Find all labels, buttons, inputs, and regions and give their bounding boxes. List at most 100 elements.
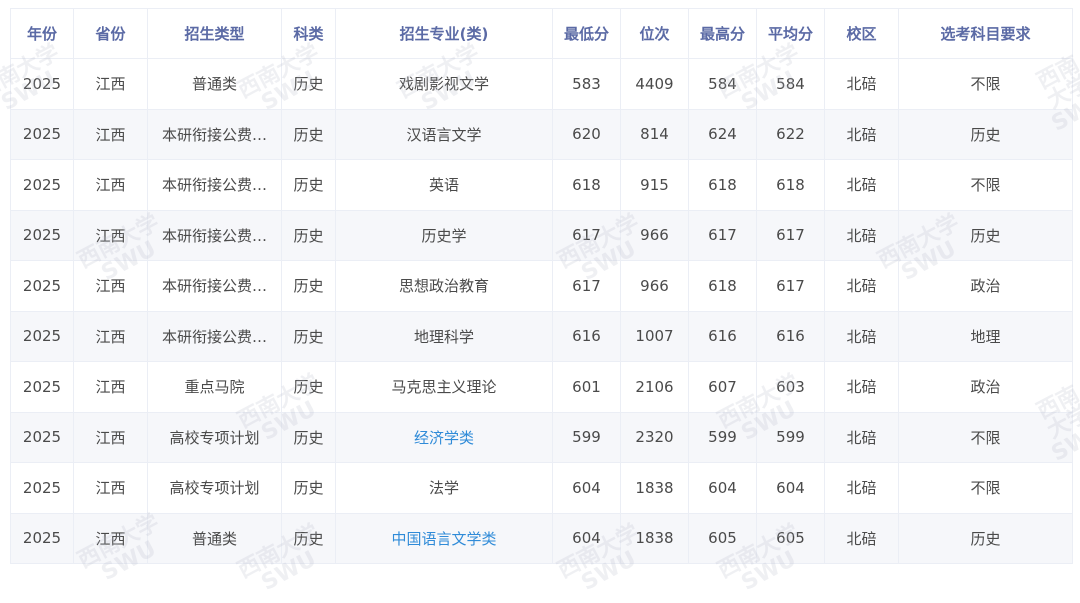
table-row[interactable]: 2025 江西 重点马院 历史 马克思主义理论 601 2106 607 603 北碚 政治 [10, 361, 1073, 413]
cell-min-score: 617 [552, 260, 621, 312]
cell-type: 普通类 [147, 58, 282, 110]
table-row[interactable]: 2025 江西 普通类 历史 戏剧影视文学 583 4409 584 584 北碚 不限 [10, 58, 1073, 110]
table-row[interactable]: 2025 江西 本研衔接公费… 历史 汉语言文学 620 814 624 622 北碚 历史 [10, 108, 1073, 160]
cell-max-score: 624 [688, 108, 757, 160]
cell-province: 江西 [73, 411, 148, 463]
col-header-campus[interactable]: 校区 [824, 8, 899, 59]
cell-province: 江西 [73, 361, 148, 413]
cell-year: 2025 [10, 58, 74, 110]
cell-requirement: 地理 [898, 310, 1073, 362]
cell-max-score: 604 [688, 462, 757, 514]
cell-min-score: 604 [552, 512, 621, 564]
cell-avg-score: 605 [756, 512, 825, 564]
cell-max-score: 605 [688, 512, 757, 564]
table-row[interactable]: 2025 江西 本研衔接公费… 历史 地理科学 616 1007 616 616 北碚 地理 [10, 310, 1073, 362]
cell-avg-score: 622 [756, 108, 825, 160]
cell-subject: 历史 [281, 512, 336, 564]
cell-campus: 北碚 [824, 411, 899, 463]
cell-type: 本研衔接公费… [147, 108, 282, 160]
cell-max-score: 599 [688, 411, 757, 463]
cell-campus: 北碚 [824, 310, 899, 362]
cell-year: 2025 [10, 512, 74, 564]
cell-year: 2025 [10, 260, 74, 312]
cell-province: 江西 [73, 58, 148, 110]
cell-requirement: 不限 [898, 462, 1073, 514]
cell-max-score: 618 [688, 260, 757, 312]
cell-province: 江西 [73, 310, 148, 362]
table-body: 2025 江西 普通类 历史 戏剧影视文学 583 4409 584 584 北碚 不限 2025 江西… [10, 58, 1073, 564]
col-header-year[interactable]: 年份 [10, 8, 74, 59]
table-row[interactable]: 2025 江西 普通类 历史 中国语言文学类 604 1838 605 605 北碚 历史 [10, 512, 1073, 564]
cell-avg-score: 604 [756, 462, 825, 514]
admission-table: 年份 省份 招生类型 科类 招生专业(类) 最低分 位次 最高分 平均分 校区 … [10, 8, 1073, 564]
table-row[interactable]: 2025 江西 高校专项计划 历史 法学 604 1838 604 604 北碚 不限 [10, 462, 1073, 514]
cell-max-score: 616 [688, 310, 757, 362]
col-header-major[interactable]: 招生专业(类) [335, 8, 553, 59]
table-row[interactable]: 2025 江西 本研衔接公费… 历史 历史学 617 966 617 617 北碚 历史 [10, 209, 1073, 261]
cell-year: 2025 [10, 209, 74, 261]
cell-subject: 历史 [281, 310, 336, 362]
cell-year: 2025 [10, 310, 74, 362]
cell-min-score: 601 [552, 361, 621, 413]
col-header-subject[interactable]: 科类 [281, 8, 336, 59]
cell-rank: 4409 [620, 58, 689, 110]
cell-subject: 历史 [281, 260, 336, 312]
col-header-min-score[interactable]: 最低分 [552, 8, 621, 59]
header-row: 年份 省份 招生类型 科类 招生专业(类) 最低分 位次 最高分 平均分 校区 … [10, 8, 1073, 59]
cell-avg-score: 599 [756, 411, 825, 463]
cell-province: 江西 [73, 209, 148, 261]
col-header-province[interactable]: 省份 [73, 8, 148, 59]
cell-campus: 北碚 [824, 58, 899, 110]
cell-year: 2025 [10, 411, 74, 463]
cell-major: 地理科学 [335, 310, 553, 362]
cell-requirement: 政治 [898, 260, 1073, 312]
cell-max-score: 607 [688, 361, 757, 413]
cell-rank: 2106 [620, 361, 689, 413]
cell-requirement: 历史 [898, 512, 1073, 564]
cell-type: 本研衔接公费… [147, 159, 282, 211]
cell-rank: 2320 [620, 411, 689, 463]
cell-major[interactable]: 经济学类 [335, 411, 553, 463]
cell-min-score: 604 [552, 462, 621, 514]
cell-year: 2025 [10, 462, 74, 514]
cell-type: 本研衔接公费… [147, 260, 282, 312]
cell-rank: 966 [620, 209, 689, 261]
cell-major[interactable]: 中国语言文学类 [335, 512, 553, 564]
cell-type: 普通类 [147, 512, 282, 564]
col-header-rank[interactable]: 位次 [620, 8, 689, 59]
table-row[interactable]: 2025 江西 本研衔接公费… 历史 英语 618 915 618 618 北碚 不限 [10, 159, 1073, 211]
cell-province: 江西 [73, 108, 148, 160]
cell-major: 历史学 [335, 209, 553, 261]
cell-rank: 814 [620, 108, 689, 160]
cell-requirement: 历史 [898, 209, 1073, 261]
cell-min-score: 620 [552, 108, 621, 160]
col-header-avg-score[interactable]: 平均分 [756, 8, 825, 59]
cell-campus: 北碚 [824, 462, 899, 514]
cell-year: 2025 [10, 108, 74, 160]
cell-subject: 历史 [281, 462, 336, 514]
table-row[interactable]: 2025 江西 本研衔接公费… 历史 思想政治教育 617 966 618 617 北碚 政治 [10, 260, 1073, 312]
cell-campus: 北碚 [824, 361, 899, 413]
cell-rank: 966 [620, 260, 689, 312]
cell-avg-score: 584 [756, 58, 825, 110]
cell-campus: 北碚 [824, 209, 899, 261]
cell-avg-score: 618 [756, 159, 825, 211]
cell-subject: 历史 [281, 209, 336, 261]
cell-year: 2025 [10, 361, 74, 413]
cell-type: 本研衔接公费… [147, 310, 282, 362]
col-header-requirement[interactable]: 选考科目要求 [898, 8, 1073, 59]
table-row[interactable]: 2025 江西 高校专项计划 历史 经济学类 599 2320 599 599 北碚 不限 [10, 411, 1073, 463]
cell-province: 江西 [73, 512, 148, 564]
cell-subject: 历史 [281, 108, 336, 160]
col-header-max-score[interactable]: 最高分 [688, 8, 757, 59]
col-header-type[interactable]: 招生类型 [147, 8, 282, 59]
cell-campus: 北碚 [824, 512, 899, 564]
cell-major: 英语 [335, 159, 553, 211]
cell-min-score: 616 [552, 310, 621, 362]
cell-rank: 1838 [620, 462, 689, 514]
cell-min-score: 617 [552, 209, 621, 261]
cell-rank: 915 [620, 159, 689, 211]
cell-min-score: 583 [552, 58, 621, 110]
cell-province: 江西 [73, 462, 148, 514]
cell-major: 法学 [335, 462, 553, 514]
